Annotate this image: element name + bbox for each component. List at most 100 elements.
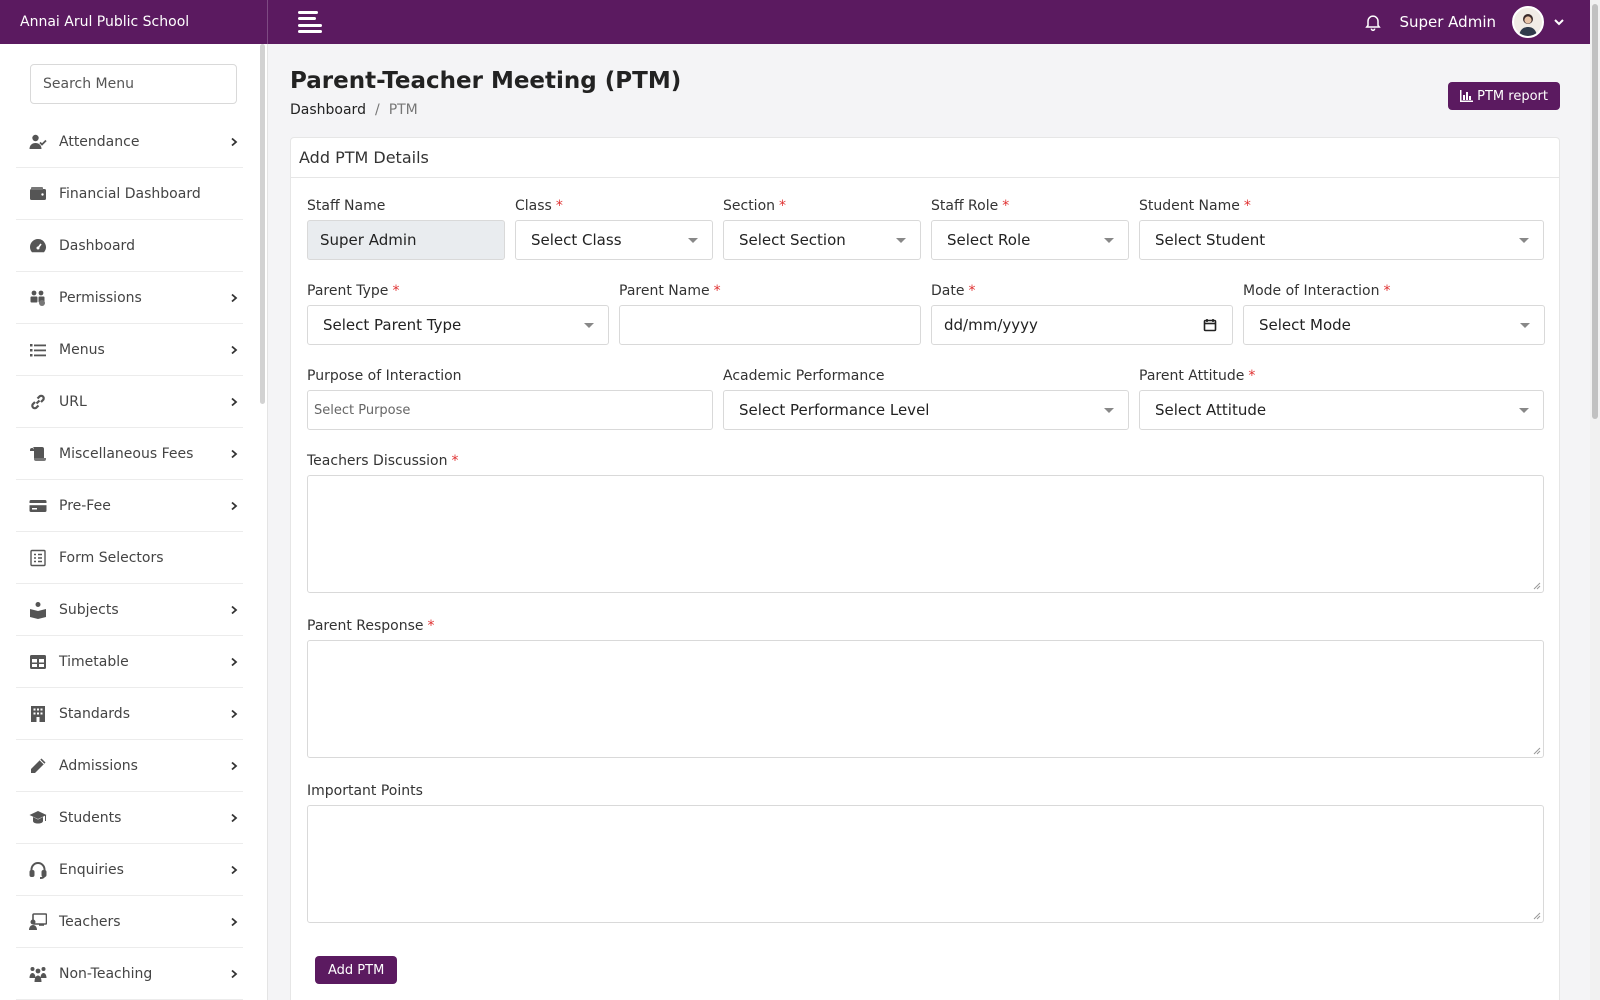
school-name[interactable]: Annai Arul Public School — [0, 0, 268, 44]
resize-handle-icon[interactable] — [1533, 747, 1541, 755]
attitude-label: Parent Attitude * — [1139, 362, 1544, 384]
breadcrumb-dashboard[interactable]: Dashboard — [290, 102, 366, 118]
sidebar-item-label: Enquiries — [59, 861, 124, 878]
resize-handle-icon[interactable] — [1533, 582, 1541, 590]
breadcrumb-current: PTM — [388, 102, 418, 118]
date-input[interactable]: dd/mm/yyyy — [931, 305, 1233, 345]
mode-label: Mode of Interaction * — [1243, 277, 1545, 299]
avatar[interactable] — [1512, 6, 1544, 38]
sidebar-item-enquiries[interactable]: Enquiries — [16, 844, 243, 896]
parent-type-label-text: Parent Type — [307, 283, 389, 299]
hamburger-menu-icon[interactable] — [298, 11, 322, 33]
staff-role-label: Staff Role * — [931, 192, 1129, 214]
class-select[interactable]: Select Class — [515, 220, 713, 260]
chevron-right-icon[interactable] — [229, 345, 239, 355]
search-menu-input[interactable] — [30, 64, 237, 104]
sidebar-item-label: Timetable — [59, 653, 129, 670]
parent-type-selected: Select Parent Type — [323, 316, 462, 334]
calendar-icon[interactable] — [1203, 318, 1217, 332]
list-icon — [29, 341, 47, 359]
chevron-right-icon[interactable] — [229, 449, 239, 459]
sidebar-item-timetable[interactable]: Timetable — [16, 636, 243, 688]
sidebar-item-subjects[interactable]: Subjects — [16, 584, 243, 636]
bell-icon[interactable] — [1363, 12, 1383, 32]
parent-response-label-text: Parent Response — [307, 618, 424, 634]
required-marker: * — [555, 198, 563, 214]
sidebar-item-students[interactable]: Students — [16, 792, 243, 844]
academic-label-text: Academic Performance — [723, 368, 885, 384]
sidebar-item-label: Teachers — [59, 913, 121, 930]
purpose-input[interactable]: Select Purpose — [307, 390, 713, 430]
chevron-down-icon[interactable] — [1552, 15, 1566, 29]
sidebar-item-standards[interactable]: Standards — [16, 688, 243, 740]
chevron-right-icon[interactable] — [229, 137, 239, 147]
sidebar-item-label: Admissions — [59, 757, 138, 774]
chevron-right-icon[interactable] — [229, 761, 239, 771]
section-label: Section * — [723, 192, 921, 214]
sidebar-item-url[interactable]: URL — [16, 376, 243, 428]
mode-select[interactable]: Select Mode — [1243, 305, 1545, 345]
user-check-icon — [29, 133, 47, 151]
chevron-right-icon[interactable] — [229, 865, 239, 875]
sidebar-menu: Attendance Financial Dashboard Dashboard Pe… — [0, 116, 267, 1000]
sidebar-item-non-teaching[interactable]: Non-Teaching — [16, 948, 243, 1000]
academic-select[interactable]: Select Performance Level — [723, 390, 1129, 430]
add-ptm-button[interactable]: Add PTM — [315, 956, 398, 984]
mode-field: Mode of Interaction * Select Mode — [1243, 277, 1545, 345]
sidebar-item-menus[interactable]: Menus — [16, 324, 243, 376]
parent-response-textarea[interactable] — [307, 640, 1544, 758]
parent-name-input[interactable] — [619, 305, 921, 345]
chalkboard-teacher-icon — [29, 912, 47, 931]
purpose-field: Purpose of Interaction Select Purpose — [307, 362, 713, 430]
chevron-right-icon[interactable] — [229, 657, 239, 667]
chevron-right-icon[interactable] — [229, 293, 239, 303]
student-name-select[interactable]: Select Student — [1139, 220, 1544, 260]
sidebar-item-label: Dashboard — [59, 237, 135, 254]
sidebar-item-pre-fee[interactable]: Pre-Fee — [16, 480, 243, 532]
page-scrollbar-thumb[interactable] — [1592, 4, 1598, 419]
important-points-field: Important Points — [307, 777, 1544, 923]
attitude-select[interactable]: Select Attitude — [1139, 390, 1544, 430]
sidebar-item-permissions[interactable]: Permissions — [16, 272, 243, 324]
teachers-discussion-textarea[interactable] — [307, 475, 1544, 593]
sidebar-item-teachers[interactable]: Teachers — [16, 896, 243, 948]
sidebar-item-form-selectors[interactable]: Form Selectors — [16, 532, 243, 584]
class-field: Class * Select Class — [515, 192, 713, 260]
chevron-right-icon[interactable] — [229, 501, 239, 511]
student-name-label-text: Student Name — [1139, 198, 1240, 214]
staff-role-select[interactable]: Select Role — [931, 220, 1129, 260]
required-marker: * — [713, 283, 721, 299]
chevron-right-icon[interactable] — [229, 397, 239, 407]
date-placeholder: dd/mm/yyyy — [944, 316, 1038, 334]
staff-role-field: Staff Role * Select Role — [931, 192, 1129, 260]
chevron-right-icon[interactable] — [229, 917, 239, 927]
chevron-right-icon[interactable] — [229, 605, 239, 615]
teachers-discussion-label: Teachers Discussion * — [307, 447, 1544, 469]
sidebar-item-miscellaneous-fees[interactable]: Miscellaneous Fees — [16, 428, 243, 480]
sidebar-item-label: URL — [59, 393, 87, 410]
class-label-text: Class — [515, 198, 552, 214]
parent-type-select[interactable]: Select Parent Type — [307, 305, 609, 345]
users-gear-icon — [29, 289, 47, 307]
chevron-right-icon[interactable] — [229, 969, 239, 979]
chevron-right-icon[interactable] — [229, 709, 239, 719]
dropdown-arrow-icon — [896, 238, 906, 243]
important-points-textarea[interactable] — [307, 805, 1544, 923]
sidebar-item-admissions[interactable]: Admissions — [16, 740, 243, 792]
ptm-report-button[interactable]: PTM report — [1448, 82, 1560, 110]
sidebar-scrollbar[interactable] — [260, 44, 265, 404]
sidebar-item-attendance[interactable]: Attendance — [16, 116, 243, 168]
page-scrollbar[interactable] — [1590, 0, 1600, 1000]
sidebar-item-dashboard[interactable]: Dashboard — [16, 220, 243, 272]
required-marker: * — [1243, 198, 1251, 214]
sidebar-item-financial-dashboard[interactable]: Financial Dashboard — [16, 168, 243, 220]
user-name[interactable]: Super Admin — [1399, 13, 1496, 31]
resize-handle-icon[interactable] — [1533, 912, 1541, 920]
sidebar-item-label: Miscellaneous Fees — [59, 445, 194, 462]
attitude-field: Parent Attitude * Select Attitude — [1139, 362, 1544, 430]
dropdown-arrow-icon — [584, 323, 594, 328]
form-row-3: Purpose of Interaction Select Purpose Ac… — [307, 362, 1544, 430]
section-select[interactable]: Select Section — [723, 220, 921, 260]
ptm-form-card: Add PTM Details Staff Name Super Admin C… — [290, 137, 1560, 1000]
chevron-right-icon[interactable] — [229, 813, 239, 823]
